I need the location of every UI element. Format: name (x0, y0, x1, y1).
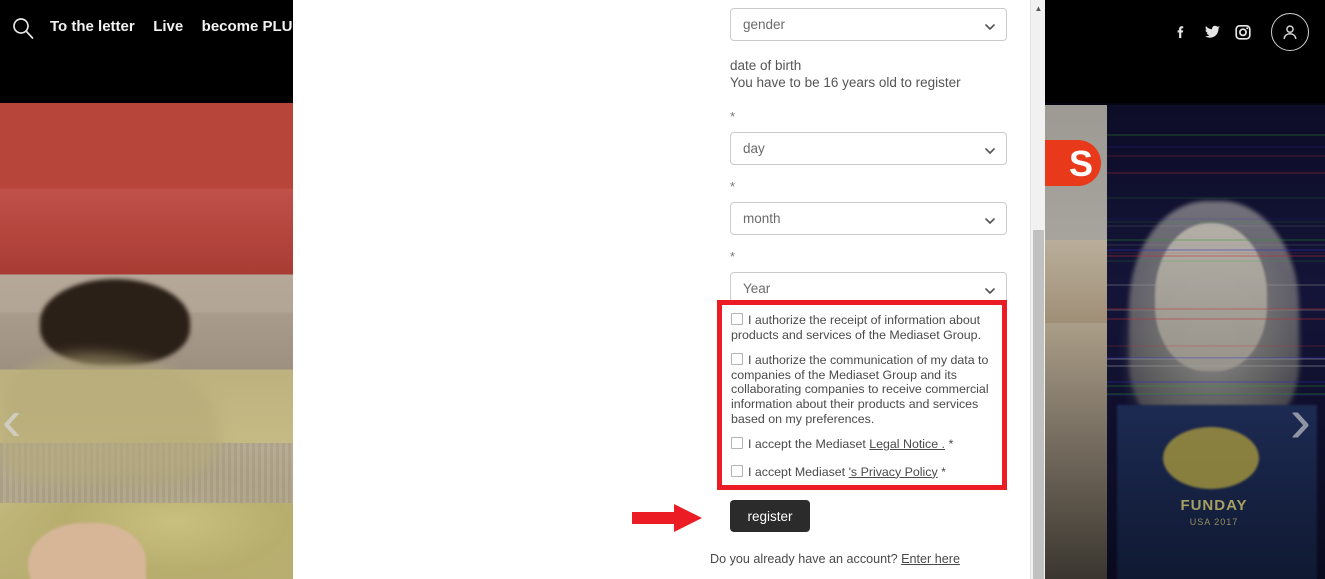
scrollbar-up-arrow-icon[interactable]: ▲ (1031, 0, 1046, 16)
video-shirt-graphic (1163, 427, 1259, 489)
video-scanline (1107, 381, 1325, 383)
facebook-icon[interactable] (1172, 23, 1190, 41)
registration-panel: gender date of birth You have to be 16 y… (293, 0, 1030, 579)
carousel-next-arrow[interactable]: › (1290, 388, 1311, 452)
photo-brand-logo: S (1045, 140, 1101, 186)
photo-hand (28, 523, 146, 579)
registration-form: gender date of birth You have to be 16 y… (730, 8, 1007, 305)
nav-item-to-the-letter[interactable]: To the letter (50, 18, 135, 35)
photo-shelf (1045, 105, 1107, 323)
video-scanline (1107, 146, 1325, 148)
social-links (1172, 13, 1309, 51)
legal-notice-link[interactable]: Legal Notice . (869, 437, 945, 451)
consent-third-party[interactable]: I authorize the communication of my data… (731, 353, 999, 426)
video-scanline (1107, 197, 1325, 199)
privacy-policy-link[interactable]: 's Privacy Policy (849, 465, 938, 479)
page-root: ‹ S FUNDAY USA 2017 › To the letter Live… (0, 0, 1325, 579)
consent-marketing-label: I authorize the receipt of information a… (731, 313, 981, 342)
day-select-value: day (743, 141, 765, 156)
register-button[interactable]: register (730, 500, 810, 532)
video-scanline (1107, 260, 1325, 262)
video-scanline (1107, 255, 1325, 257)
checkbox-icon[interactable] (731, 465, 743, 477)
scrollbar-thumb[interactable] (1033, 230, 1044, 579)
day-required-mark: * (730, 111, 1007, 123)
nav-item-become-plus[interactable]: become PLUS (202, 18, 293, 35)
login-prompt: Do you already have an account? Enter he… (710, 552, 960, 566)
site-header-right (1045, 0, 1325, 103)
chevron-down-icon (985, 20, 995, 30)
checkbox-icon[interactable] (731, 437, 743, 449)
month-required-mark: * (730, 181, 1007, 193)
login-link[interactable]: Enter here (901, 552, 960, 566)
video-scanline (1107, 221, 1325, 223)
nav-item-live[interactable]: Live (153, 18, 183, 35)
annotation-arrow-icon (632, 504, 702, 532)
year-select-value: Year (743, 281, 770, 296)
consent-legal-notice[interactable]: I accept the Mediaset Legal Notice . * (731, 437, 999, 452)
consent-privacy-policy[interactable]: I accept Mediaset 's Privacy Policy * (731, 465, 999, 480)
gender-select[interactable]: gender (730, 8, 1007, 41)
chevron-down-icon (985, 144, 995, 154)
consents-highlight-box: I authorize the receipt of information a… (717, 300, 1007, 490)
consent-legal-notice-suffix: * (945, 437, 953, 451)
video-scanline (1107, 308, 1325, 310)
video-scanline (1107, 284, 1325, 286)
photo-floor-right (1045, 323, 1107, 579)
video-scanline (1107, 345, 1325, 347)
video-scanline (1107, 244, 1325, 246)
gender-select-value: gender (743, 17, 785, 32)
consent-marketing[interactable]: I authorize the receipt of information a… (731, 313, 999, 342)
year-required-mark: * (730, 251, 1007, 263)
video-scanline (1107, 225, 1325, 227)
consent-legal-notice-prefix: I accept the Mediaset (748, 437, 869, 451)
site-header-left: To the letter Live become PLUS (0, 0, 293, 103)
page-scrollbar[interactable]: ▲ (1030, 0, 1045, 579)
video-scanline (1107, 358, 1325, 360)
consents-list: I authorize the receipt of information a… (731, 313, 999, 490)
video-scanline (1107, 252, 1325, 254)
chevron-down-icon (985, 284, 995, 294)
checkbox-icon[interactable] (731, 353, 743, 365)
month-select-value: month (743, 211, 781, 226)
month-select[interactable]: month (730, 202, 1007, 235)
video-scanline (1107, 155, 1325, 157)
video-scanline (1107, 218, 1325, 220)
video-thumbnail: FUNDAY USA 2017 (1107, 105, 1325, 579)
login-prompt-text: Do you already have an account? (710, 552, 901, 566)
search-icon[interactable] (12, 17, 34, 39)
video-scanline (1107, 318, 1325, 320)
consent-privacy-policy-suffix: * (938, 465, 946, 479)
video-shirt-text: FUNDAY (1159, 497, 1269, 514)
photo-brand-logo-text: S (1069, 143, 1093, 185)
consent-third-party-label: I authorize the communication of my data… (731, 353, 989, 425)
background-photo-living-room (0, 103, 293, 579)
date-of-birth-note: You have to be 16 years old to register (730, 74, 1007, 91)
chevron-down-icon (985, 214, 995, 224)
instagram-icon[interactable] (1234, 23, 1252, 41)
photo-floor-texture (0, 443, 293, 503)
video-scanline (1107, 365, 1325, 367)
video-scanline (1107, 134, 1325, 136)
date-of-birth-label: date of birth (730, 57, 1007, 74)
video-shirt-subtext: USA 2017 (1159, 517, 1269, 527)
carousel-prev-arrow[interactable]: ‹ (2, 392, 21, 450)
user-account-icon[interactable] (1271, 13, 1309, 51)
twitter-icon[interactable] (1203, 23, 1221, 41)
consent-privacy-policy-prefix: I accept Mediaset (748, 465, 849, 479)
video-scanline (1107, 239, 1325, 241)
day-select[interactable]: day (730, 132, 1007, 165)
checkbox-icon[interactable] (731, 313, 743, 325)
video-scanline (1107, 172, 1325, 174)
main-nav: To the letter Live become PLUS (50, 18, 293, 36)
